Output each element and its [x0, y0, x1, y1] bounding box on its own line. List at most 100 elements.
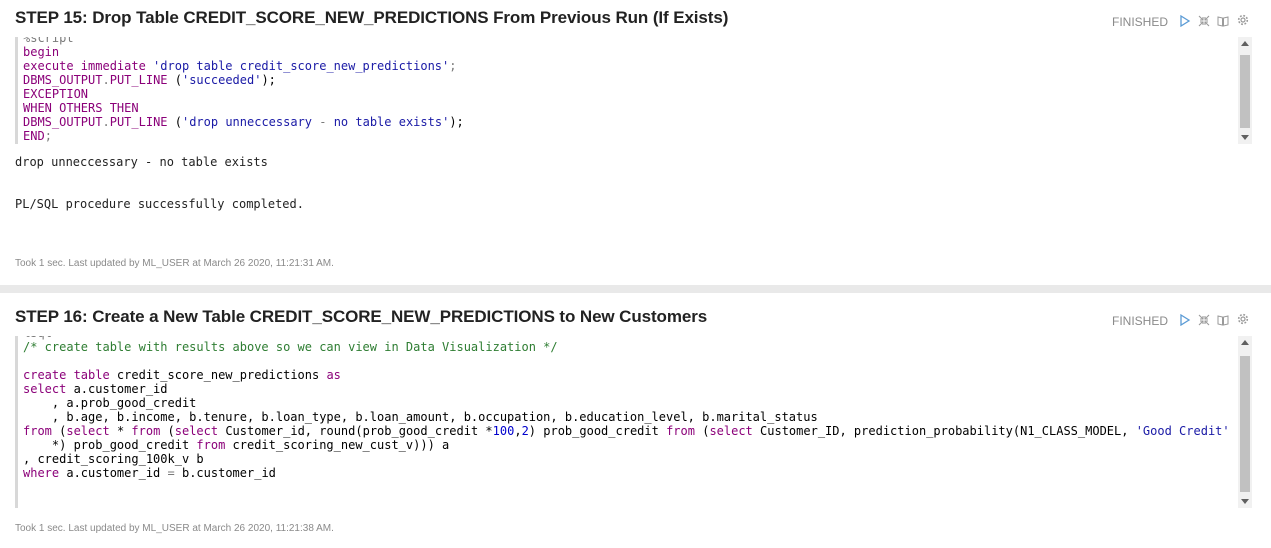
code-line[interactable]: execute immediate 'drop table credit_sco…: [23, 59, 457, 73]
code-token: a.customer_id: [73, 382, 168, 396]
code-line[interactable]: EXCEPTION: [23, 87, 88, 101]
run-icon[interactable]: [1179, 314, 1191, 326]
code-token: %script: [23, 37, 74, 45]
code-token: no table exists': [326, 115, 450, 129]
code-token: select: [709, 424, 761, 438]
notebook-paragraph-step16: STEP 16: Create a New Table CREDIT_SCORE…: [0, 293, 1271, 548]
scroll-down-icon[interactable]: [1241, 135, 1249, 140]
code-token: DBMS_OUTPUT: [23, 73, 103, 87]
code-token: from: [196, 438, 233, 452]
code-token: );: [261, 73, 276, 87]
code-line[interactable]: END;: [23, 129, 52, 143]
code-token: Customer_id, round(prob_good_credit *: [225, 424, 493, 438]
scroll-up-icon[interactable]: [1241, 41, 1249, 46]
code-token: credit_scoring_new_cust_v))) a: [232, 438, 450, 452]
code-token: 2: [521, 424, 529, 438]
code-token: (: [167, 115, 182, 129]
code-token: from: [131, 424, 168, 438]
code-token: Customer_ID, prediction_probability(N1_C…: [760, 424, 1136, 438]
code-token: DBMS_OUTPUT: [23, 115, 103, 129]
code-line[interactable]: , a.prob_good_credit: [23, 396, 197, 410]
code-token: from: [23, 424, 60, 438]
code-token: =: [167, 466, 175, 480]
output-line: PL/SQL procedure successfully completed.: [15, 197, 304, 211]
code-token: create table: [23, 368, 117, 382]
code-token: select: [66, 424, 117, 438]
gear-icon[interactable]: [1237, 14, 1249, 26]
code-token: where: [23, 466, 67, 480]
paragraph-title: STEP 15: Drop Table CREDIT_SCORE_NEW_PRE…: [15, 8, 729, 27]
code-line[interactable]: where a.customer_id = b.customer_id: [23, 466, 276, 480]
book-icon[interactable]: [1217, 314, 1229, 326]
code-line[interactable]: *) prob_good_credit from credit_scoring_…: [23, 438, 449, 452]
code-token: 'Good Credit': [1135, 424, 1230, 438]
code-line[interactable]: /* create table with results above so we…: [23, 340, 558, 354]
code-text[interactable]: %sql /* create table with results above …: [23, 336, 1252, 480]
collapse-icon[interactable]: [1198, 15, 1210, 27]
book-icon[interactable]: [1217, 15, 1229, 27]
code-token: b.customer_id: [174, 466, 276, 480]
code-line[interactable]: DBMS_OUTPUT.PUT_LINE ('drop unneccessary…: [23, 115, 464, 129]
code-token: .: [102, 73, 110, 87]
scrollbar-thumb[interactable]: [1240, 356, 1250, 492]
code-token: ;: [44, 129, 52, 143]
code-line[interactable]: %script: [23, 37, 74, 45]
paragraph-footer: Took 1 sec. Last updated by ML_USER at M…: [15, 523, 334, 534]
code-token: 'drop table credit_score_new_predictions…: [153, 59, 450, 73]
gear-icon[interactable]: [1237, 313, 1249, 325]
code-line[interactable]: create table credit_score_new_prediction…: [23, 368, 341, 382]
code-token: *: [116, 424, 132, 438]
code-editor[interactable]: %script begin execute immediate 'drop ta…: [15, 37, 1252, 144]
code-token: 100: [492, 424, 515, 438]
code-line[interactable]: , b.age, b.income, b.tenure, b.loan_type…: [23, 410, 818, 424]
code-token: 'drop unneccessary: [181, 115, 320, 129]
code-token: execute immediate: [23, 59, 154, 73]
scroll-up-icon[interactable]: [1241, 340, 1249, 345]
paragraph-output: drop unneccessary - no table exists PL/S…: [15, 155, 304, 211]
editor-scrollbar[interactable]: [1238, 37, 1252, 144]
code-token: a.customer_id: [66, 466, 168, 480]
code-token: PUT_LINE: [109, 73, 168, 87]
code-token: /* create table with results above so we…: [23, 340, 558, 354]
scroll-down-icon[interactable]: [1241, 499, 1249, 504]
paragraph-title: STEP 16: Create a New Table CREDIT_SCORE…: [15, 307, 708, 326]
code-token: , credit_scoring_100k_v b: [23, 452, 204, 466]
code-line[interactable]: DBMS_OUTPUT.PUT_LINE ('succeeded');: [23, 73, 276, 87]
output-line: drop unneccessary - no table exists: [15, 155, 268, 169]
code-token: as: [326, 368, 341, 382]
collapse-icon[interactable]: [1198, 314, 1210, 326]
paragraph-status: FINISHED: [1112, 314, 1169, 328]
code-token: ) prob_good_credit: [528, 424, 667, 438]
code-token: END: [23, 129, 45, 143]
code-token: , b.age, b.income, b.tenure, b.loan_type…: [23, 410, 818, 424]
run-icon[interactable]: [1179, 15, 1191, 27]
scrollbar-thumb[interactable]: [1240, 55, 1250, 128]
paragraph-status: FINISHED: [1112, 15, 1169, 29]
editor-scrollbar[interactable]: [1238, 336, 1252, 508]
code-token: WHEN OTHERS THEN: [23, 101, 139, 115]
code-token: select: [174, 424, 226, 438]
code-token: begin: [23, 45, 60, 59]
code-token: PUT_LINE: [109, 115, 168, 129]
code-token: .: [102, 115, 110, 129]
code-line[interactable]: begin: [23, 45, 59, 59]
code-token: ,: [514, 424, 522, 438]
paragraph-footer: Took 1 sec. Last updated by ML_USER at M…: [15, 258, 334, 269]
code-token: EXCEPTION: [23, 87, 89, 101]
code-token: credit_score_new_predictions: [116, 368, 327, 382]
code-token: from: [666, 424, 703, 438]
code-token: (: [167, 424, 175, 438]
code-line[interactable]: select a.customer_id: [23, 382, 168, 396]
code-line[interactable]: , credit_scoring_100k_v b: [23, 452, 204, 466]
code-token: ;: [449, 59, 457, 73]
code-token: select: [23, 382, 74, 396]
code-line[interactable]: from (select * from (select Customer_id,…: [23, 424, 1252, 438]
code-text[interactable]: %script begin execute immediate 'drop ta…: [23, 37, 464, 143]
notebook-paragraph-step15: STEP 15: Drop Table CREDIT_SCORE_NEW_PRE…: [0, 0, 1271, 285]
code-editor[interactable]: %sql /* create table with results above …: [15, 336, 1252, 508]
code-token: );: [449, 115, 464, 129]
code-line[interactable]: WHEN OTHERS THEN: [23, 101, 139, 115]
code-token: *) prob_good_credit: [23, 438, 197, 452]
code-token: 'succeeded': [181, 73, 262, 87]
code-token: , a.prob_good_credit: [23, 396, 197, 410]
